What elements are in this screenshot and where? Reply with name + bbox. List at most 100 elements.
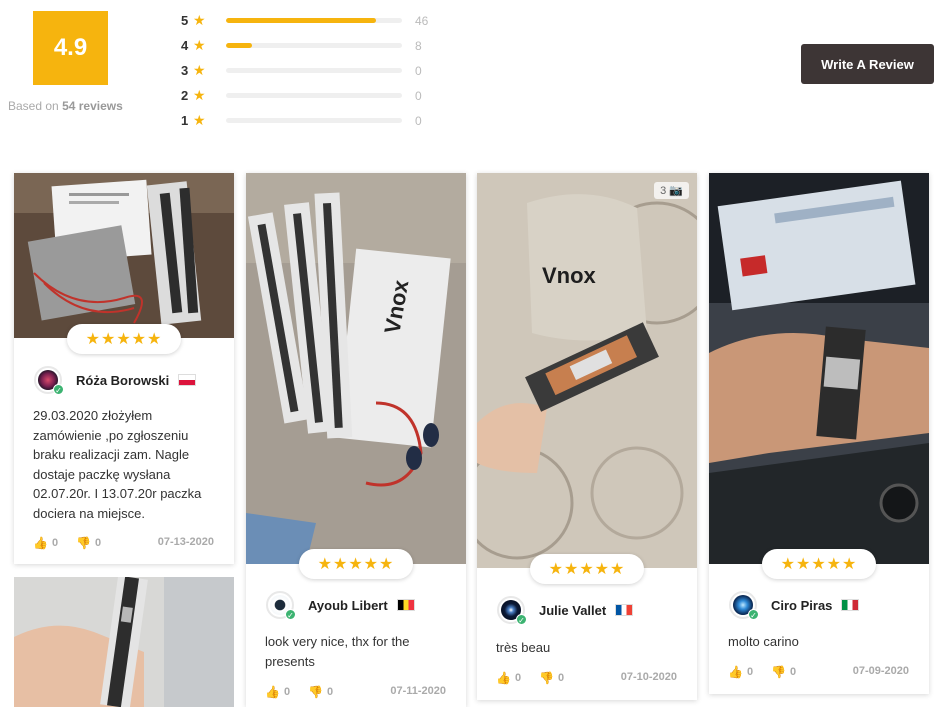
dislike-count: 0 [95, 537, 102, 549]
avatar: ✓ [34, 366, 64, 395]
review-star-rating: ★★★★★ [762, 549, 876, 579]
like-count: 0 [514, 672, 522, 684]
review-date: 07-13-2020 [157, 536, 214, 548]
reviewer-name: Julie Vallet [539, 602, 607, 618]
thumbs-down-icon[interactable]: 👎 [308, 685, 323, 699]
distribution-row-3[interactable]: 3 ★ 0 [181, 58, 435, 83]
avatar: ✓ [729, 591, 759, 620]
reviewer-info: ✓ Ciro Piras [729, 591, 860, 620]
review-date: 07-09-2020 [852, 665, 909, 677]
like-count: 0 [283, 686, 291, 698]
review-text: 29.03.2020 złożyłem zamówienie ,po zgłos… [33, 408, 202, 521]
thumbs-up-icon[interactable]: 👍 [496, 671, 511, 685]
review-card[interactable] [14, 577, 234, 707]
verified-check-icon: ✓ [285, 609, 296, 620]
verified-check-icon: ✓ [748, 609, 759, 620]
distribution-row-2[interactable]: 2 ★ 0 [181, 83, 435, 108]
camera-icon: 📷 [669, 185, 683, 197]
distribution-bar-fill [226, 18, 376, 23]
thumbs-down-icon[interactable]: 👎 [771, 665, 786, 679]
rating-distribution: 5 ★ 46 4 ★ 8 3 ★ 0 2 ★ 0 1 ★ 0 [181, 8, 435, 133]
distribution-stars-label: 2 [181, 88, 189, 103]
review-photo[interactable] [709, 173, 929, 564]
photo-count-badge: 3 📷 [654, 182, 689, 199]
distribution-stars-label: 4 [181, 38, 189, 53]
write-review-button[interactable]: Write A Review [801, 44, 934, 84]
star-icon: ★ [193, 112, 206, 128]
reviewer-name: Róża Borowski [76, 372, 170, 388]
distribution-stars-label: 5 [181, 13, 189, 28]
review-date: 07-10-2020 [620, 671, 677, 683]
reviewer-name: Ciro Piras [771, 597, 833, 613]
review-text: très beau [496, 640, 551, 655]
review-card[interactable]: ★★★★★ ✓ Róża Borowski 29.03.2020 złożyłe… [14, 173, 234, 564]
star-icon: ★ [193, 62, 206, 78]
distribution-bar-fill [226, 43, 253, 48]
distribution-stars-label: 1 [181, 113, 189, 128]
reviewer-info: ✓ Ayoub Libert [266, 591, 415, 620]
thumbs-down-icon[interactable]: 👎 [76, 536, 91, 550]
review-date: 07-11-2020 [390, 685, 446, 697]
belgium-flag-icon [396, 599, 415, 611]
review-photo-image [14, 173, 234, 338]
reviewer-name: Ayoub Libert [308, 597, 388, 613]
italy-flag-icon [841, 599, 860, 611]
review-votes: 👍 0 👎 0 [33, 536, 119, 550]
review-photo[interactable]: Vnox [246, 173, 466, 564]
france-flag-icon [615, 604, 634, 616]
distribution-bar [226, 118, 402, 123]
distribution-count: 0 [415, 113, 422, 128]
star-icon: ★ [193, 87, 206, 103]
distribution-bar [226, 18, 402, 23]
distribution-count: 8 [415, 38, 422, 53]
review-star-rating: ★★★★★ [299, 549, 413, 579]
verified-check-icon: ✓ [516, 614, 527, 625]
distribution-count: 46 [415, 13, 429, 28]
thumbs-up-icon[interactable]: 👍 [265, 685, 280, 699]
review-photo-image: Vnox [246, 173, 466, 564]
avatar: ✓ [266, 591, 296, 620]
reviewer-info: ✓ Róża Borowski [34, 366, 197, 395]
poland-flag-icon [178, 374, 197, 386]
distribution-bar [226, 68, 402, 73]
distribution-bar [226, 43, 402, 48]
review-photo[interactable] [14, 577, 234, 707]
reviewer-info: ✓ Julie Vallet [497, 596, 634, 625]
review-card[interactable]: Vnox ★★★★★ ✓ Ayoub Libert look very nice… [246, 173, 466, 707]
distribution-count: 0 [415, 88, 422, 103]
review-count-text: Based on 54 reviews [8, 99, 123, 113]
dislike-count: 0 [558, 672, 565, 684]
thumbs-up-icon[interactable]: 👍 [728, 665, 743, 679]
review-card[interactable]: Vnox 3 📷 ★★★★★ ✓ Julie Vallet très beau … [477, 173, 697, 700]
review-photo-image [14, 577, 234, 707]
dislike-count: 0 [327, 686, 334, 698]
review-votes: 👍 0 👎 0 [728, 665, 814, 679]
distribution-count: 0 [415, 63, 422, 78]
distribution-bar [226, 93, 402, 98]
distribution-row-5[interactable]: 5 ★ 46 [181, 8, 435, 33]
review-card[interactable]: ★★★★★ ✓ Ciro Piras molto carino 👍 0 👎 0 … [709, 173, 929, 694]
star-icon: ★ [193, 37, 206, 53]
review-text: molto carino [728, 634, 799, 649]
distribution-row-4[interactable]: 4 ★ 8 [181, 33, 435, 58]
review-star-rating: ★★★★★ [530, 554, 644, 584]
review-photo-image [709, 173, 929, 564]
review-votes: 👍 0 👎 0 [496, 671, 582, 685]
avatar: ✓ [497, 596, 527, 625]
like-count: 0 [51, 537, 59, 549]
distribution-row-1[interactable]: 1 ★ 0 [181, 108, 435, 133]
like-count: 0 [746, 666, 754, 678]
thumbs-down-icon[interactable]: 👎 [539, 671, 554, 685]
svg-text:Vnox: Vnox [542, 263, 597, 288]
review-photo-image: Vnox [477, 173, 697, 568]
average-rating-badge: 4.9 [33, 11, 108, 85]
distribution-stars-label: 3 [181, 63, 189, 78]
thumbs-up-icon[interactable]: 👍 [33, 536, 48, 550]
review-votes: 👍 0 👎 0 [265, 685, 351, 699]
review-photo[interactable] [14, 173, 234, 338]
review-photo[interactable]: Vnox 3 📷 [477, 173, 697, 568]
verified-check-icon: ✓ [53, 384, 64, 395]
dislike-count: 0 [790, 666, 797, 678]
review-star-rating: ★★★★★ [67, 324, 181, 354]
review-text: look very nice, thx for the presents [265, 634, 410, 669]
